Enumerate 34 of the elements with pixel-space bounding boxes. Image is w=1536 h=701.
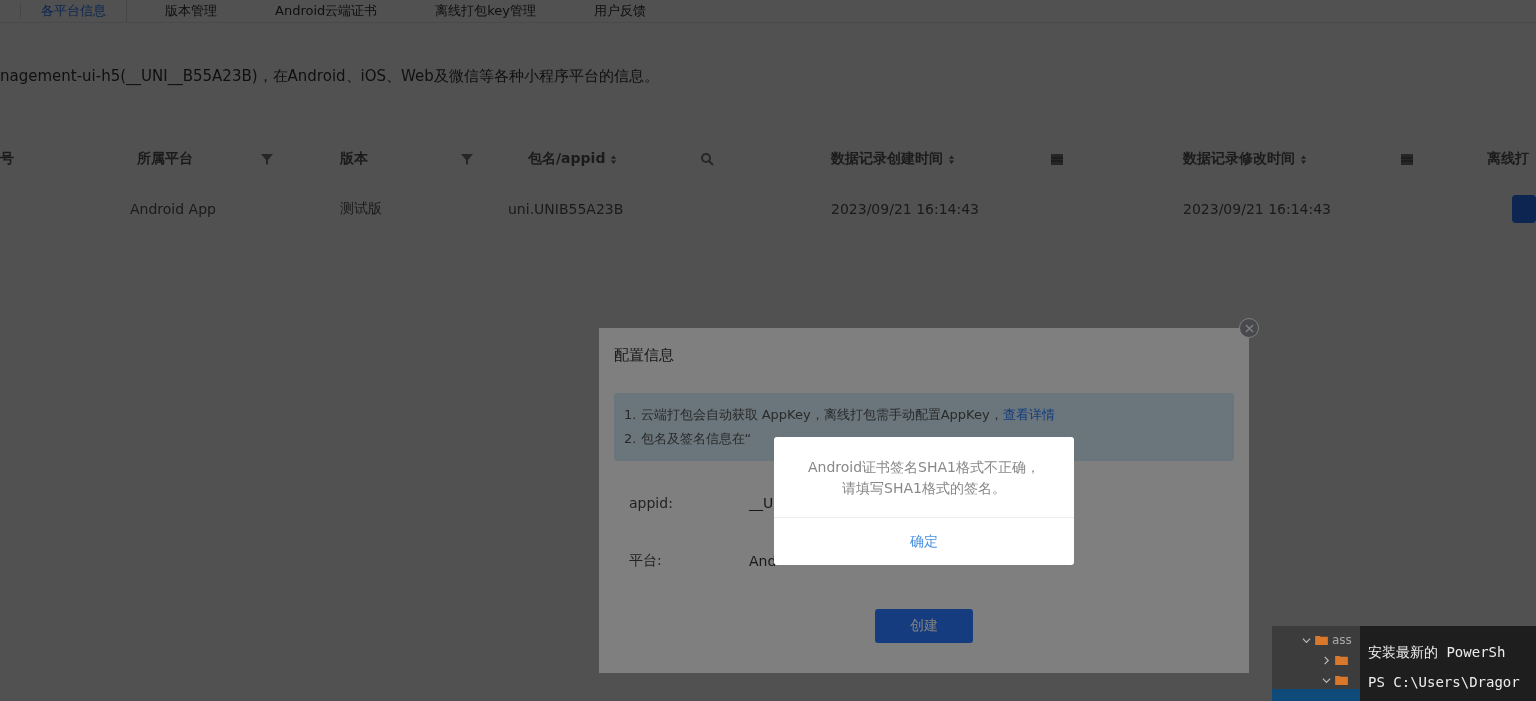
notice-text: 2. 包名及签名信息在“ (624, 431, 752, 446)
alert-message: Android证书签名SHA1格式不正确， (807, 458, 1041, 477)
sort-icon[interactable] (1300, 153, 1307, 165)
chevron-down-icon[interactable] (1302, 635, 1311, 645)
folder-name: ass (1332, 633, 1352, 647)
close-icon[interactable] (1239, 318, 1259, 338)
folder-icon (1315, 635, 1328, 645)
description-text: nagement-ui-h5(__UNI__B55A23B)，在Android、iOS、Web及微信等各种小程序平台的信息。 (0, 67, 660, 86)
field-value: __U (749, 495, 774, 511)
notice-text: 1. 云端打包会自动获取 AppKey，离线打包需手动配置AppKey， (624, 407, 1003, 422)
details-link[interactable]: 查看详情 (1002, 407, 1055, 422)
sort-icon[interactable] (948, 153, 955, 165)
field-label: 平台: (629, 552, 663, 570)
action-button[interactable] (1512, 195, 1536, 223)
tab[interactable]: 离线打包key管理 (415, 0, 557, 22)
search-icon[interactable] (700, 152, 714, 166)
alert-message: 请填写SHA1格式的签名。 (841, 479, 1007, 498)
tab[interactable]: 用户反馈 (574, 0, 667, 22)
folder-icon (1335, 675, 1348, 685)
field-label: appid: (629, 495, 674, 511)
terminal-line: PS C:\Users\Dragor (1368, 674, 1521, 692)
filter-icon[interactable] (460, 152, 474, 166)
chevron-down-icon[interactable] (1322, 675, 1331, 685)
dialog-title: 配置信息 (614, 346, 675, 365)
tab[interactable]: 版本管理 (145, 0, 237, 22)
folder-icon (1335, 655, 1348, 665)
filter-icon[interactable] (260, 152, 274, 166)
tab[interactable]: 各平台信息 (21, 0, 127, 22)
confirm-button[interactable]: 确定 (774, 518, 1074, 565)
terminal-line: 安装最新的 PowerSh (1368, 644, 1507, 662)
chevron-right-icon[interactable] (1322, 655, 1331, 665)
tab[interactable]: Android云端证书 (255, 0, 398, 22)
sort-icon[interactable] (610, 153, 618, 165)
create-button[interactable]: 创建 (875, 609, 973, 643)
